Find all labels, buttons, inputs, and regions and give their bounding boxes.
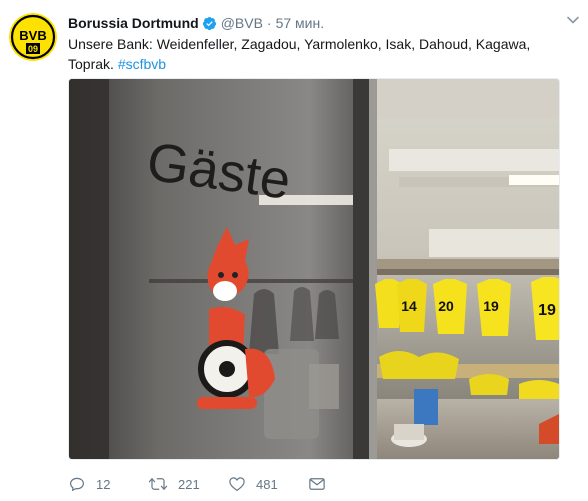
like-icon[interactable] xyxy=(228,475,246,493)
jersey-number: 20 xyxy=(438,298,454,314)
bvb-logo-icon: BVB 09 xyxy=(9,13,57,61)
reply-action[interactable]: 12 xyxy=(68,475,148,493)
like-count: 481 xyxy=(256,476,278,492)
retweet-action[interactable]: 221 xyxy=(148,475,228,493)
jersey-number: 19 xyxy=(538,302,556,319)
hashtag-link[interactable]: #scfbvb xyxy=(118,56,166,72)
avatar[interactable]: BVB 09 xyxy=(9,13,57,61)
tweet-photo[interactable]: 14 20 19 19 Gäste xyxy=(68,78,560,460)
jersey-number: 19 xyxy=(483,298,499,314)
tweet-text: Unsere Bank: Weidenfeller, Zagadou, Yarm… xyxy=(68,34,568,74)
tweet-timestamp[interactable]: 57 мин. xyxy=(276,15,325,31)
author-handle[interactable]: @BVB xyxy=(221,15,263,31)
locker-room-photo: 14 20 19 19 Gäste xyxy=(69,79,559,459)
direct-message-icon[interactable] xyxy=(308,475,326,493)
bvb-logo-letters: BVB xyxy=(19,28,46,43)
tweet-actions: 12 221 481 xyxy=(68,472,326,496)
author-name[interactable]: Borussia Dortmund xyxy=(68,15,199,31)
retweet-count: 221 xyxy=(178,476,200,492)
retweet-icon[interactable] xyxy=(148,475,168,493)
reply-count: 12 xyxy=(96,476,111,492)
bvb-logo-year: 09 xyxy=(28,44,38,54)
tweet-card[interactable]: BVB 09 Borussia Dortmund @BVB · 57 мин. … xyxy=(0,0,588,501)
like-action[interactable]: 481 xyxy=(228,475,308,493)
verified-badge-icon xyxy=(202,16,216,30)
tweet-header: Borussia Dortmund @BVB · 57 мин. xyxy=(68,13,324,33)
separator-dot: · xyxy=(266,15,272,31)
reply-icon[interactable] xyxy=(68,475,86,493)
direct-message-action[interactable] xyxy=(308,475,326,493)
jersey-number: 14 xyxy=(401,298,417,314)
chevron-down-icon[interactable] xyxy=(566,13,580,27)
